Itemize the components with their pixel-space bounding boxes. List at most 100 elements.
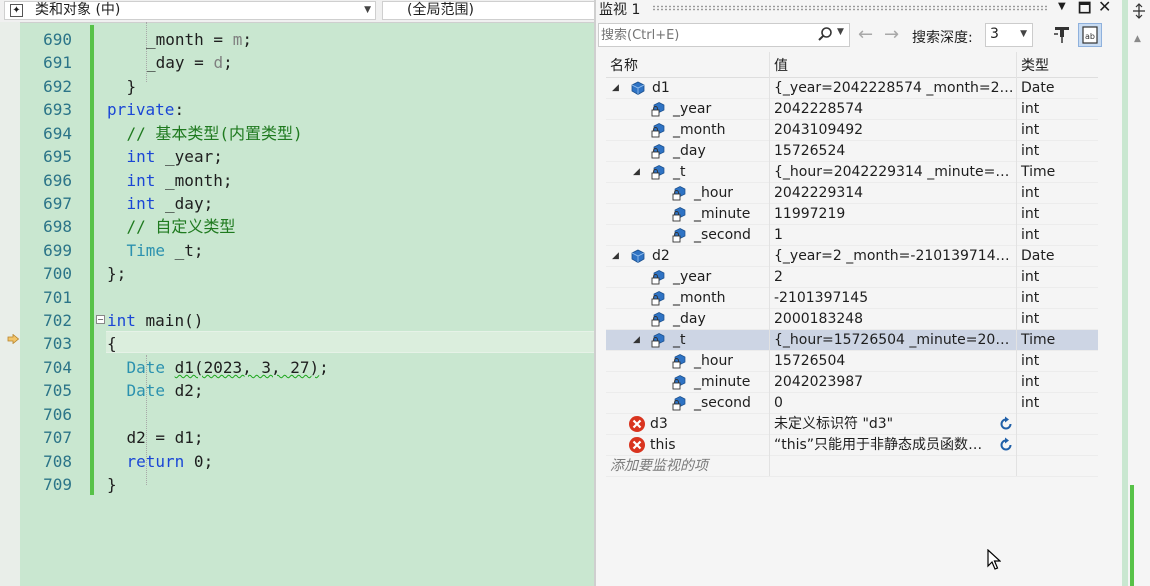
watch-value[interactable]: 2000183248 [774, 309, 1014, 330]
code-line[interactable]: 707 d2 = d1; [0, 426, 594, 449]
maximize-icon[interactable]: 🗖 [1078, 0, 1091, 22]
code-text[interactable]: return 0; [127, 450, 214, 473]
watch-name[interactable]: this [650, 435, 676, 456]
code-text[interactable]: Date d2; [127, 379, 204, 402]
watch-row[interactable]: _year 2 int [606, 267, 1098, 288]
expand-toggle-icon[interactable]: ◢ [612, 246, 619, 267]
watch-name[interactable]: _hour [694, 183, 733, 204]
watch-value[interactable]: {_hour=15726504 _minute=2042023987 _seco… [774, 330, 1014, 351]
drag-grip[interactable] [652, 5, 1048, 11]
watch-row[interactable]: ◢ d2 {_year=2 _month=-2101397145 _day=2000… [606, 246, 1098, 267]
watch-value[interactable]: 15726524 [774, 141, 1014, 162]
code-text[interactable]: // 自定义类型 [127, 215, 236, 238]
code-text[interactable]: Date d1(2023, 3, 27); [127, 356, 329, 379]
pin-source-icon[interactable] [1052, 25, 1072, 45]
watch-value[interactable]: {_year=2042228574 _month=2043109492 _day… [774, 78, 1014, 99]
watch-value[interactable]: 2042228574 [774, 99, 1014, 120]
code-editor[interactable]: ✦ 类和对象 (中) ▼ (全局范围) 690 _month = m; 691 _da… [0, 0, 594, 586]
watch-name[interactable]: _day [673, 141, 706, 162]
watch-row[interactable]: _second 1 int [606, 225, 1098, 246]
watch-name[interactable]: _month [673, 120, 725, 141]
watch-value[interactable]: 2042023987 [774, 372, 1014, 393]
code-text[interactable]: _month = m; [146, 28, 252, 51]
watch-name[interactable]: _t [673, 162, 686, 183]
watch-name[interactable]: d1 [652, 78, 670, 99]
code-text[interactable]: int _day; [127, 192, 214, 215]
watch-name[interactable]: _year [673, 267, 711, 288]
watch-row[interactable]: _minute 2042023987 int [606, 372, 1098, 393]
code-text[interactable]: int _month; [127, 169, 233, 192]
watch-row[interactable]: _month 2043109492 int [606, 120, 1098, 141]
watch-name[interactable]: _minute [694, 372, 750, 393]
watch-value[interactable]: 未定义标识符 "d3" [774, 414, 994, 435]
watch-value[interactable]: 11997219 [774, 204, 1014, 225]
watch-row[interactable]: _day 15726524 int [606, 141, 1098, 162]
watch-value[interactable]: 1 [774, 225, 1014, 246]
search-icon[interactable] [817, 26, 833, 44]
column-separator[interactable] [769, 52, 770, 476]
expand-toggle-icon[interactable]: ◢ [633, 162, 640, 183]
code-line[interactable]: 709} [0, 473, 594, 496]
scope-dropdown[interactable]: ✦ 类和对象 (中) ▼ [4, 1, 376, 20]
add-watch-row[interactable]: 添加要监视的项 [606, 456, 1098, 477]
expand-toggle-icon[interactable]: ◢ [612, 78, 619, 99]
watch-row[interactable]: this “this”只能用于非静态成员函数内部 [606, 435, 1098, 456]
watch-row[interactable]: _year 2042228574 int [606, 99, 1098, 120]
watch-row[interactable]: _day 2000183248 int [606, 309, 1098, 330]
watch-name[interactable]: _day [673, 309, 706, 330]
code-text[interactable]: } [127, 75, 137, 98]
split-window-icon[interactable] [1131, 3, 1147, 19]
watch-name[interactable]: d2 [652, 246, 670, 267]
code-text[interactable]: } [107, 473, 117, 496]
watch-value[interactable]: {_year=2 _month=-2101397145 _day=2000183… [774, 246, 1014, 267]
watch-row[interactable]: ◢ _t {_hour=2042229314 _minute=11997219 _s… [606, 162, 1098, 183]
watch-row[interactable]: _second 0 int [606, 393, 1098, 414]
code-line[interactable]: 698 // 自定义类型 [0, 215, 594, 238]
watch-name[interactable]: _year [673, 99, 711, 120]
column-header-value[interactable]: 值 [774, 55, 788, 75]
code-line[interactable]: 692} [0, 75, 594, 98]
watch-row[interactable]: _hour 15726504 int [606, 351, 1098, 372]
code-text[interactable]: int _year; [127, 145, 223, 168]
watch-row[interactable]: ◢ _t {_hour=15726504 _minute=2042023987 _s… [606, 330, 1098, 351]
refresh-icon[interactable] [998, 416, 1014, 432]
code-text[interactable]: // 基本类型(内置类型) [127, 122, 303, 145]
code-text[interactable]: private: [107, 98, 184, 121]
watch-row[interactable]: _hour 2042229314 int [606, 183, 1098, 204]
search-back-icon[interactable]: ← [858, 24, 873, 45]
add-watch-placeholder[interactable]: 添加要监视的项 [610, 456, 708, 477]
code-text[interactable]: d2 = d1; [127, 426, 204, 449]
window-menu-dropdown-icon[interactable]: ▼ [1058, 1, 1066, 12]
code-text[interactable]: { [107, 332, 117, 355]
watch-value[interactable]: 2 [774, 267, 1014, 288]
watch-value[interactable]: 2042229314 [774, 183, 1014, 204]
code-text[interactable]: Time _t; [127, 239, 204, 262]
code-line[interactable]: 691 _day = d; [0, 51, 594, 74]
collapse-icon[interactable]: − [96, 315, 105, 325]
code-line[interactable]: 705 Date d2; [0, 379, 594, 402]
watch-value[interactable]: 2043109492 [774, 120, 1014, 141]
column-separator[interactable] [1016, 52, 1017, 476]
watch-name[interactable]: _second [694, 393, 751, 414]
watch-name[interactable]: _hour [694, 351, 733, 372]
hex-display-button[interactable]: ab [1078, 23, 1102, 47]
search-options-dropdown-icon[interactable]: ▼ [837, 27, 844, 37]
code-text[interactable]: int main() [107, 309, 203, 332]
expand-toggle-icon[interactable]: ◢ [633, 330, 640, 351]
code-line[interactable]: 690 _month = m; [0, 28, 594, 51]
watch-name[interactable]: _minute [694, 204, 750, 225]
code-line[interactable]: 693 private: [0, 98, 594, 121]
column-header-type[interactable]: 类型 [1021, 55, 1049, 75]
watch-value[interactable]: “this”只能用于非静态成员函数内部 [774, 435, 994, 456]
search-depth-dropdown[interactable]: 3 ▼ [985, 23, 1033, 47]
code-line[interactable]: 708 return 0; [0, 450, 594, 473]
watch-value[interactable]: -2101397145 [774, 288, 1014, 309]
search-forward-icon[interactable]: → [884, 24, 899, 45]
watch-value[interactable]: {_hour=2042229314 _minute=11997219 _seco… [774, 162, 1014, 183]
code-line[interactable]: 700}; [0, 262, 594, 285]
watch-value[interactable]: 0 [774, 393, 1014, 414]
watch-row[interactable]: ◢ d1 {_year=2042228574 _month=2043109492 _… [606, 78, 1098, 99]
code-line[interactable]: 695 int _year; [0, 145, 594, 168]
code-line[interactable]: 697 int _day; [0, 192, 594, 215]
refresh-icon[interactable] [998, 437, 1014, 453]
